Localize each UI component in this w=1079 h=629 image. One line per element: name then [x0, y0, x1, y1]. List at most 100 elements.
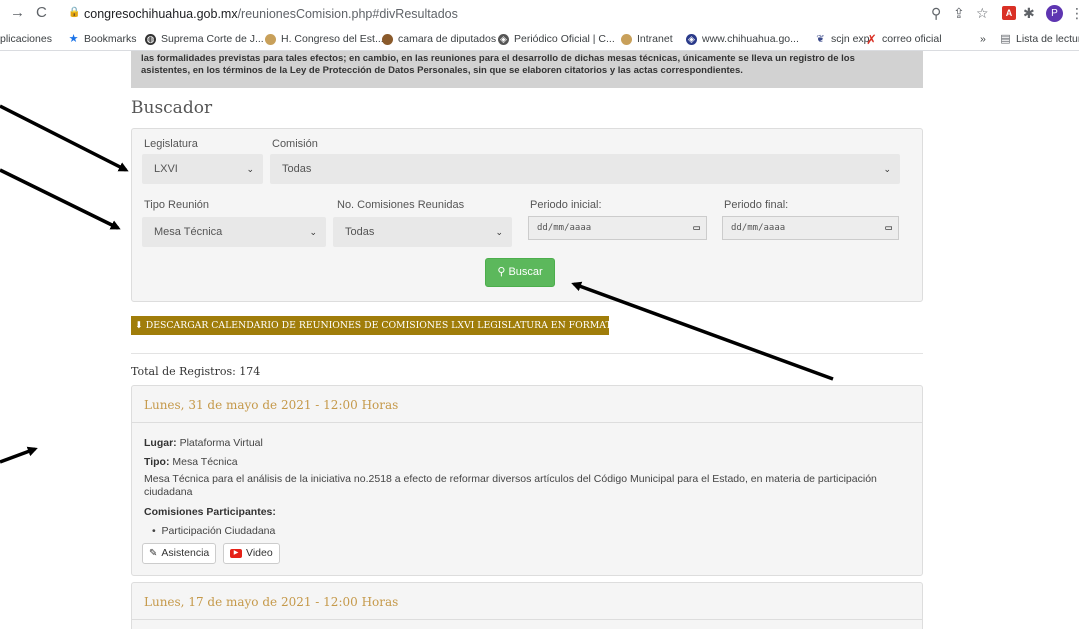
bookmark-label: Bookmarks	[84, 33, 137, 45]
legislatura-select[interactable]: LXVI ⌄	[142, 154, 263, 184]
extensions-icon[interactable]: ✱	[1023, 5, 1035, 22]
menu-icon[interactable]: ⋮	[1070, 5, 1079, 22]
chevron-down-icon: ⌄	[246, 164, 254, 174]
comision-select[interactable]: Todas ⌄	[270, 154, 900, 184]
bookmark-label: plicaciones	[0, 33, 52, 45]
buscar-button[interactable]: ⚲ Buscar	[485, 258, 555, 287]
divider	[131, 353, 923, 354]
tipo-reunion-value: Mesa Técnica	[154, 226, 223, 238]
periodo-inicial-placeholder: dd/mm/aaaa	[537, 223, 592, 233]
bookmark-correo-oficial[interactable]: ✗ correo oficial	[866, 33, 942, 46]
divider	[132, 422, 922, 423]
star-icon: ★	[68, 32, 79, 45]
lugar-value: Plataforma Virtual	[179, 437, 263, 449]
video-button[interactable]: ▶ Video	[223, 543, 280, 564]
bookmark-label: camara de diputados	[398, 33, 497, 45]
periodo-final-input[interactable]: dd/mm/aaaa ▭	[722, 216, 899, 240]
bookmarks-bar: plicaciones ★ Bookmarks ◍ Suprema Corte de…	[0, 28, 1079, 51]
buscar-label: Buscar	[508, 266, 543, 278]
download-icon: ⬇	[135, 320, 143, 331]
pdf-extension-icon[interactable]: A	[1002, 6, 1016, 20]
notice-box: las formalidades previstas para tales ef…	[131, 51, 923, 88]
browser-address-bar: → C 🔒 congresochihuahua.gob.mx/reuniones…	[0, 0, 1079, 28]
bookmarks-more[interactable]: »	[980, 33, 986, 45]
no-comisiones-select[interactable]: Todas ⌄	[333, 217, 512, 247]
bookmark-label: H. Congreso del Est...	[281, 33, 384, 45]
url-host: congresochihuahua.gob.mx	[84, 7, 238, 21]
chevron-down-icon: ⌄	[883, 164, 891, 174]
bookmark-intranet[interactable]: Intranet	[621, 33, 673, 45]
download-csv-label: DESCARGAR CALENDARIO DE REUNIONES DE COM…	[145, 320, 609, 331]
periodo-final-placeholder: dd/mm/aaaa	[731, 223, 786, 233]
congreso-icon	[621, 33, 632, 45]
more-icon: »	[980, 33, 986, 45]
comision-label: Comisión	[272, 138, 318, 150]
bookmark-label: Periódico Oficial | C...	[514, 33, 615, 45]
bookmark-label: Lista de lectur	[1016, 33, 1079, 45]
tipo-value: Mesa Técnica	[172, 456, 238, 468]
participante-name: Participación Ciudadana	[161, 525, 276, 537]
bookmark-bookmarks[interactable]: ★ Bookmarks	[68, 33, 137, 45]
notice-line-2: asistentes, en los términos de la Ley de…	[141, 65, 743, 76]
edit-icon: ✎	[149, 548, 158, 559]
shield-icon: ◈	[686, 33, 697, 45]
bookmark-h-congreso[interactable]: H. Congreso del Est...	[265, 33, 384, 45]
meeting-description: Mesa Técnica para el análisis de la inic…	[144, 473, 877, 498]
bookmark-label: correo oficial	[882, 33, 942, 45]
congreso-icon	[265, 33, 276, 45]
tipo-reunion-select[interactable]: Mesa Técnica ⌄	[142, 217, 326, 247]
star-icon[interactable]: ☆	[976, 5, 989, 22]
meeting-heading: Lunes, 31 de mayo de 2021 - 12:00 Horas	[144, 398, 399, 412]
bookmark-suprema-corte[interactable]: ◍ Suprema Corte de J...	[145, 33, 264, 45]
list-item: • Participación Ciudadana	[152, 525, 276, 537]
participantes-label-text: Comisiones Participantes:	[144, 506, 276, 518]
lock-icon[interactable]: 🔒	[68, 7, 80, 18]
periodo-inicial-label: Periodo inicial:	[530, 199, 602, 211]
meeting-heading: Lunes, 17 de mayo de 2021 - 12:00 Horas	[144, 595, 399, 609]
share-icon[interactable]: ⇪	[953, 5, 965, 22]
reading-list-icon: ▤	[1000, 32, 1011, 45]
lugar-label: Lugar:	[144, 437, 177, 449]
shield-icon: ◈	[498, 33, 509, 45]
page-title: Buscador	[131, 98, 213, 118]
reload-icon[interactable]: C	[36, 4, 47, 21]
search-panel: Legislatura LXVI ⌄ Comisión Todas ⌄ Tipo…	[131, 128, 923, 302]
globe-icon: ◍	[145, 33, 156, 45]
asistencia-button[interactable]: ✎ Asistencia	[142, 543, 217, 564]
bookmark-label: scjn exp	[831, 33, 870, 45]
periodo-final-label: Periodo final:	[724, 199, 789, 211]
avatar[interactable]: P	[1046, 5, 1063, 22]
bookmark-label: www.chihuahua.go...	[702, 33, 799, 45]
no-comisiones-label: No. Comisiones Reunidas	[337, 199, 465, 211]
search-icon: ⚲	[497, 266, 506, 278]
forward-icon[interactable]: →	[10, 4, 25, 21]
bookmark-scjn-exp[interactable]: ❦ scjn exp	[815, 33, 870, 45]
zoom-icon[interactable]: ⚲	[931, 5, 941, 22]
calendar-icon[interactable]: ▭	[885, 217, 892, 239]
participantes-label: Comisiones Participantes:	[144, 506, 276, 518]
bookmark-chihuahua-gob[interactable]: ◈ www.chihuahua.go...	[686, 33, 799, 45]
bookmark-apps[interactable]: plicaciones	[0, 33, 52, 45]
notice-line-1: las formalidades previstas para tales ef…	[141, 53, 855, 64]
url-field[interactable]: congresochihuahua.gob.mx/reunionesComisi…	[84, 7, 458, 21]
youtube-icon: ▶	[230, 549, 242, 558]
download-csv-button[interactable]: ⬇ DESCARGAR CALENDARIO DE REUNIONES DE C…	[131, 316, 609, 335]
lugar-row: Lugar: Plataforma Virtual	[144, 437, 263, 449]
bookmark-periodico-oficial[interactable]: ◈ Periódico Oficial | C...	[498, 33, 615, 45]
periodo-inicial-input[interactable]: dd/mm/aaaa ▭	[528, 216, 707, 240]
result-card: Lunes, 31 de mayo de 2021 - 12:00 Horas …	[131, 385, 923, 576]
tipo-row: Tipo: Mesa Técnica	[144, 456, 238, 468]
video-label: Video	[246, 547, 273, 559]
reading-list[interactable]: ▤ Lista de lectur	[1000, 33, 1079, 45]
camara-icon	[382, 33, 393, 45]
url-path: /reunionesComision.php#divResultados	[237, 7, 458, 21]
chevron-down-icon: ⌄	[495, 227, 503, 237]
calendar-icon[interactable]: ▭	[693, 217, 700, 239]
page-content: las formalidades previstas para tales ef…	[0, 51, 1079, 629]
bookmark-camara-diputados[interactable]: camara de diputados	[382, 33, 496, 45]
no-comisiones-value: Todas	[345, 226, 375, 238]
legislatura-label: Legislatura	[144, 138, 198, 150]
total-records: Total de Registros: 174	[131, 365, 261, 378]
comision-value: Todas	[282, 163, 312, 175]
chevron-down-icon: ⌄	[309, 227, 317, 237]
